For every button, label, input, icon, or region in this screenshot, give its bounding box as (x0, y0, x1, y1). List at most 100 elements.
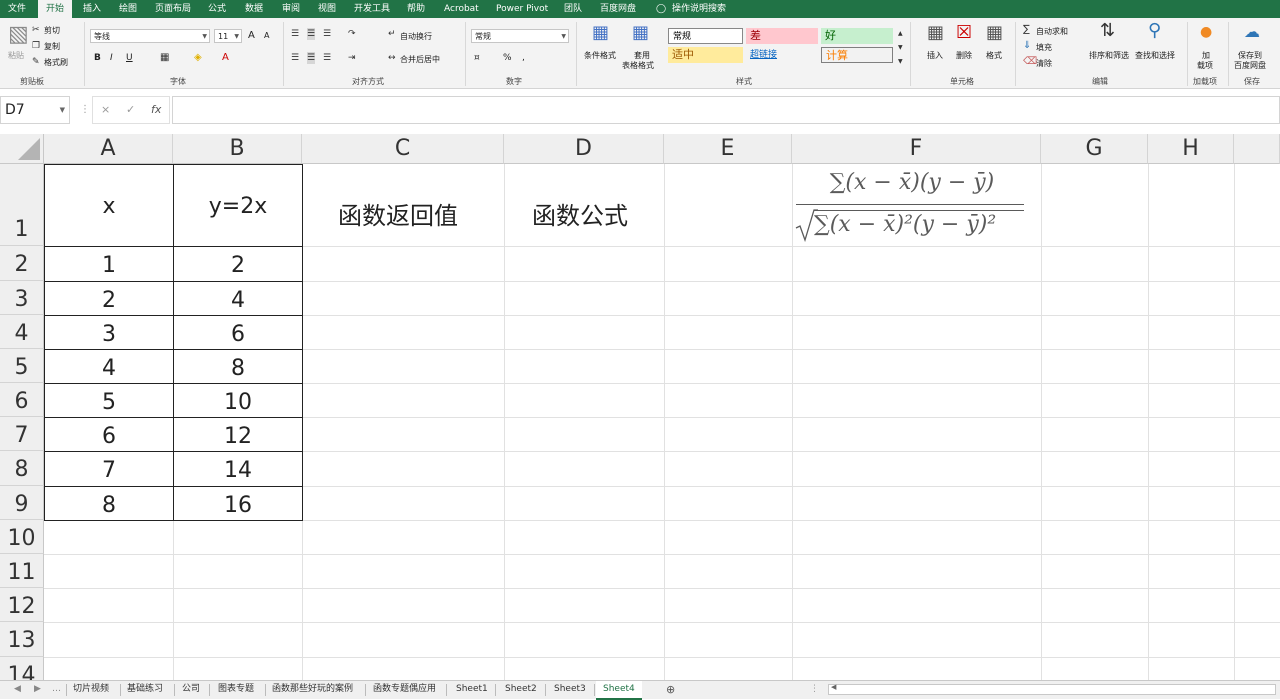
cancel-icon[interactable]: × (101, 103, 110, 116)
cell-a6[interactable]: 5 (44, 383, 174, 418)
conditional-format-button[interactable]: 条件格式 (584, 50, 616, 61)
tab-insert[interactable]: 插入 (83, 0, 101, 18)
find-select-button[interactable]: 查找和选择 (1135, 50, 1175, 61)
style-calculation[interactable]: 计算 (821, 47, 893, 63)
tab-page-layout[interactable]: 页面布局 (155, 0, 191, 18)
wrap-text-button[interactable]: 自动换行 (400, 31, 432, 42)
row-header-3[interactable]: 3 (0, 281, 44, 315)
cell-b4[interactable]: 6 (173, 315, 303, 350)
add-sheet-icon[interactable]: ⊕ (666, 681, 675, 698)
row-header-2[interactable]: 2 (0, 246, 44, 281)
row-header-6[interactable]: 6 (0, 383, 44, 417)
column-header-g[interactable]: G (1041, 134, 1148, 164)
style-bad[interactable]: 差 (746, 28, 818, 44)
row-header-1[interactable]: 1 (0, 164, 44, 246)
insert-function-icon[interactable]: fx (151, 103, 161, 116)
style-neutral[interactable]: 适中 (668, 47, 743, 63)
column-header-h[interactable]: H (1148, 134, 1234, 164)
cell-b1[interactable]: y=2x (173, 164, 303, 247)
cell-b9[interactable]: 16 (173, 486, 303, 521)
sheet-tab-sheet3[interactable]: Sheet3 (554, 681, 586, 698)
paste-button[interactable]: 粘贴 (8, 50, 24, 61)
sheet-tab-4[interactable]: 图表专题 (218, 681, 254, 698)
shrink-font-button[interactable]: A (264, 31, 269, 40)
more-options-icon[interactable]: ⋮ (810, 681, 819, 698)
cell-a4[interactable]: 3 (44, 315, 174, 350)
gallery-more-icon[interactable]: ▼ (898, 56, 903, 68)
cell-c1[interactable]: 函数返回值 (338, 196, 458, 231)
horizontal-scrollbar[interactable]: ◀ (828, 683, 1276, 695)
tab-draw[interactable]: 绘图 (119, 0, 137, 18)
sheet-tab-sheet2[interactable]: Sheet2 (505, 681, 537, 698)
tab-data[interactable]: 数据 (245, 0, 263, 18)
cell-a9[interactable]: 8 (44, 486, 174, 521)
column-header-a[interactable]: A (44, 134, 173, 164)
worksheet-grid[interactable]: A B C D E F G H 1 2 3 4 5 6 7 8 9 10 11 … (0, 134, 1280, 680)
tab-file[interactable]: 文件 (8, 0, 26, 18)
comma-button[interactable]: , (522, 53, 525, 63)
font-name-select[interactable]: 等线 ▼ (90, 29, 210, 43)
style-good[interactable]: 好 (821, 28, 893, 44)
merge-center-button[interactable]: 合并后居中 (400, 54, 440, 65)
tab-power-pivot[interactable]: Power Pivot (496, 0, 548, 18)
scroll-right-icon[interactable]: ▶ (34, 681, 41, 698)
paste-icon[interactable]: ▧ (8, 24, 29, 46)
cell-a1[interactable]: x (44, 164, 174, 247)
cell-b3[interactable]: 4 (173, 281, 303, 316)
row-header-9[interactable]: 9 (0, 486, 44, 520)
tab-review[interactable]: 审阅 (282, 0, 300, 18)
bold-button[interactable]: B (94, 53, 101, 63)
cut-button[interactable]: 剪切 (44, 25, 60, 36)
row-header-12[interactable]: 12 (0, 588, 44, 622)
cell-b6[interactable]: 10 (173, 383, 303, 418)
sheet-tab-2[interactable]: 基础练习 (127, 681, 163, 698)
tab-developer[interactable]: 开发工具 (354, 0, 390, 18)
sheet-tab-6[interactable]: 函数专题偶应用 (373, 681, 436, 698)
tab-help[interactable]: 帮助 (407, 0, 425, 18)
sheet-tab-5[interactable]: 函数那些好玩的案例 (272, 681, 353, 698)
row-header-14[interactable]: 14 (0, 657, 44, 680)
insert-cells-button[interactable]: 插入 (927, 50, 943, 61)
addins-button-2[interactable]: 载项 (1197, 60, 1213, 71)
column-header-e[interactable]: E (664, 134, 792, 164)
sort-filter-button[interactable]: 排序和筛选 (1089, 50, 1129, 61)
save-to-baidu-button-2[interactable]: 百度网盘 (1234, 60, 1266, 71)
confirm-icon[interactable]: ✓ (126, 103, 135, 116)
cell-d1[interactable]: 函数公式 (532, 196, 628, 231)
cell-b5[interactable]: 8 (173, 349, 303, 384)
format-cells-button[interactable]: 格式 (986, 50, 1002, 61)
column-header-i[interactable] (1234, 134, 1280, 164)
font-size-select[interactable]: 11 ▼ (214, 29, 242, 43)
row-header-10[interactable]: 10 (0, 520, 44, 554)
scroll-left-arrow-icon[interactable]: ◀ (831, 683, 836, 691)
row-header-7[interactable]: 7 (0, 417, 44, 451)
cell-a2[interactable]: 1 (44, 246, 174, 282)
column-header-d[interactable]: D (504, 134, 664, 164)
sheet-tab-sheet4[interactable]: Sheet4 (596, 681, 642, 700)
name-box[interactable]: D7 ▼ (0, 96, 70, 124)
row-header-11[interactable]: 11 (0, 554, 44, 588)
formula-bar-splitter-icon[interactable]: ⋮ (80, 104, 90, 115)
copy-button[interactable]: 复制 (44, 41, 60, 52)
cell-b8[interactable]: 14 (173, 451, 303, 487)
orientation-icon[interactable]: ↷ (348, 28, 356, 40)
clear-button[interactable]: 清除 (1036, 58, 1052, 69)
row-header-13[interactable]: 13 (0, 622, 44, 657)
cell-a3[interactable]: 2 (44, 281, 174, 316)
tab-view[interactable]: 视图 (318, 0, 336, 18)
fill-button[interactable]: 填充 (1036, 42, 1052, 53)
borders-icon[interactable]: ▦ (160, 52, 169, 64)
column-header-b[interactable]: B (173, 134, 302, 164)
cell-a8[interactable]: 7 (44, 451, 174, 487)
align-center-icon[interactable]: ☰ (307, 52, 316, 64)
number-format-select[interactable]: 常规 ▼ (471, 29, 569, 43)
sheet-tab-3[interactable]: 公司 (182, 681, 200, 698)
column-header-f[interactable]: F (792, 134, 1041, 164)
gallery-up-icon[interactable]: ▲ (898, 28, 903, 40)
tab-formulas[interactable]: 公式 (208, 0, 226, 18)
align-bottom-icon[interactable]: ☰ (323, 28, 331, 40)
format-painter-button[interactable]: 格式刷 (44, 57, 68, 68)
select-all-button[interactable] (0, 134, 44, 164)
cell-a5[interactable]: 4 (44, 349, 174, 384)
row-header-5[interactable]: 5 (0, 349, 44, 383)
